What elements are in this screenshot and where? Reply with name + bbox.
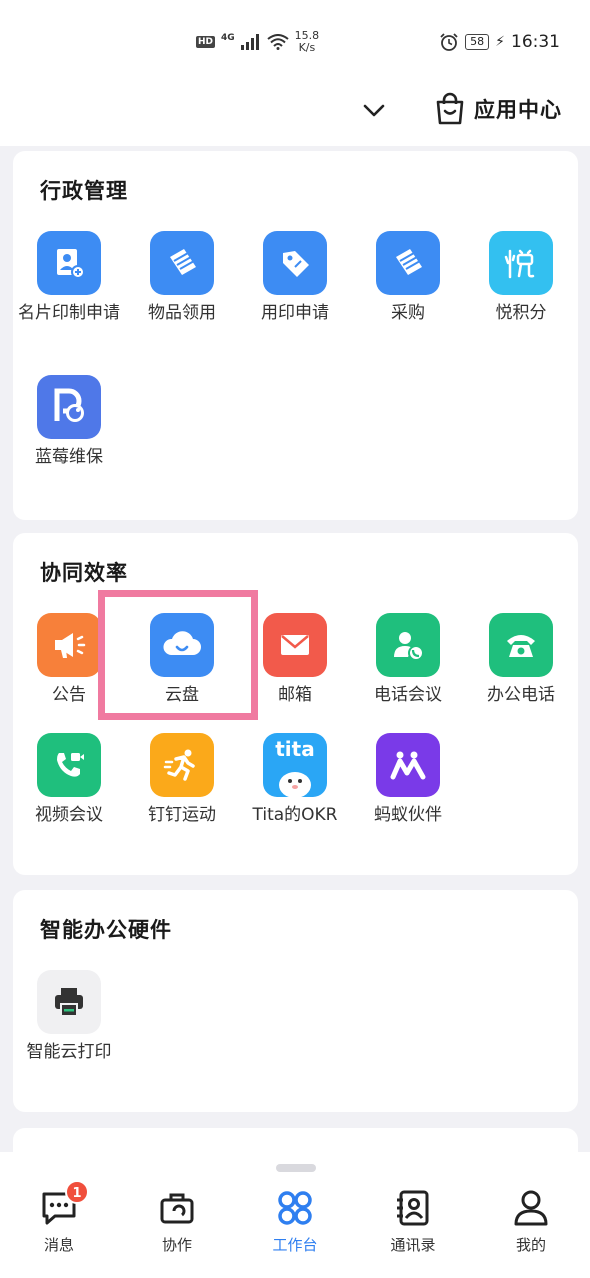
section-title-admin: 行政管理 [40, 179, 128, 203]
printer-icon [37, 970, 101, 1034]
charging-icon: ⚡ [495, 34, 505, 50]
message-icon: 1 [39, 1180, 89, 1228]
tab-profile[interactable]: 我的 [481, 1188, 581, 1255]
tab-label: 协作 [161, 1236, 192, 1254]
tab-label: 消息 [43, 1236, 74, 1254]
tab-workbench[interactable]: 工作台 [245, 1188, 345, 1255]
video-meeting-icon [37, 733, 101, 797]
status-center: HD 4G 15.8 K/s [196, 30, 319, 54]
megaphone-icon [37, 613, 101, 677]
network-speed: 15.8 K/s [294, 29, 320, 54]
tab-collaboration[interactable]: 协作 [127, 1188, 227, 1255]
app-center-label: 应用中心 [474, 98, 562, 122]
tab-label: 工作台 [272, 1236, 318, 1254]
section-title-collab: 协同效率 [40, 561, 128, 585]
app-label: 蚂蚁伙伴 [374, 805, 442, 825]
signal-icon [240, 34, 259, 50]
phone-meeting-icon [376, 613, 440, 677]
app-label: 采购 [391, 303, 425, 323]
tita-logo-icon: tita [263, 733, 327, 797]
app-office-phone[interactable]: 办公电话 [465, 613, 577, 707]
app-stamp-request[interactable]: 用印申请 [239, 231, 351, 325]
app-purchase[interactable]: 采购 [352, 231, 464, 325]
tab-messages[interactable]: 1 消息 [9, 1180, 109, 1255]
alarm-icon [440, 33, 458, 51]
item-pickup-icon [150, 231, 214, 295]
app-points[interactable]: 悦积分 [465, 231, 577, 325]
purchase-icon [376, 231, 440, 295]
app-phone-meeting[interactable]: 电话会议 [352, 613, 464, 707]
business-card-icon [37, 231, 101, 295]
hardware-section-card: 智能办公硬件 智能云打印 [13, 890, 578, 1112]
highlight-annotation-box [98, 590, 258, 720]
chevron-down-icon[interactable] [360, 96, 388, 124]
clock-time: 16:31 [511, 32, 560, 52]
app-ant-partner[interactable]: 蚂蚁伙伴 [352, 733, 464, 827]
tab-contacts[interactable]: 通讯录 [363, 1188, 463, 1255]
wifi-icon [267, 34, 289, 50]
blueberry-icon [37, 375, 101, 439]
stamp-tag-icon [263, 231, 327, 295]
app-label: 蓝莓维保 [35, 447, 103, 467]
app-label: 钉钉运动 [148, 805, 216, 825]
ant-partner-icon [376, 733, 440, 797]
app-label: 视频会议 [35, 805, 103, 825]
collaboration-icon [157, 1188, 197, 1228]
admin-section-card: 行政管理 名片印制申请 物品领用 用印申请 采购 悦积分 蓝莓维保 [13, 151, 578, 520]
app-tita-okr[interactable]: tita Tita的OKR [239, 733, 351, 827]
app-label: 办公电话 [487, 685, 555, 705]
app-business-card[interactable]: 名片印制申请 [13, 231, 125, 325]
tab-label: 我的 [515, 1236, 546, 1254]
shopping-bag-icon [436, 92, 464, 125]
app-video-meeting[interactable]: 视频会议 [13, 733, 125, 827]
workbench-icon [275, 1188, 315, 1228]
app-dingtalk-sports[interactable]: 钉钉运动 [126, 733, 238, 827]
app-label: 用印申请 [261, 303, 329, 323]
app-center-button[interactable]: 应用中心 [434, 92, 562, 126]
points-icon [489, 231, 553, 295]
tab-label: 通讯录 [390, 1236, 436, 1254]
hd-badge: HD [196, 36, 216, 48]
status-right: 58 ⚡ 16:31 [439, 32, 560, 52]
app-label: 悦积分 [495, 303, 547, 323]
status-bar: HD 4G 15.8 K/s 58 ⚡ 16:31 [0, 0, 590, 82]
profile-icon [511, 1188, 551, 1228]
app-label: Tita的OKR [252, 805, 338, 825]
contacts-icon [393, 1188, 433, 1228]
bottom-tab-bar: 1 消息 协作 工作台 通讯录 我的 [0, 1152, 590, 1278]
unread-badge: 1 [65, 1180, 89, 1204]
app-label: 智能云打印 [26, 1042, 112, 1062]
app-label: 物品领用 [148, 303, 216, 323]
app-label: 名片印制申请 [18, 303, 120, 323]
app-blueberry-maintenance[interactable]: 蓝莓维保 [13, 375, 125, 469]
office-phone-icon [489, 613, 553, 677]
running-icon [150, 733, 214, 797]
drag-handle[interactable] [276, 1164, 316, 1172]
network-type: 4G [221, 33, 235, 43]
section-title-hardware: 智能办公硬件 [40, 918, 172, 942]
battery-indicator: 58 [465, 34, 490, 50]
top-header: 应用中心 [0, 82, 590, 146]
mail-icon [263, 613, 327, 677]
app-item-pickup[interactable]: 物品领用 [126, 231, 238, 325]
app-label: 电话会议 [374, 685, 442, 705]
app-smart-printer[interactable]: 智能云打印 [13, 970, 125, 1064]
